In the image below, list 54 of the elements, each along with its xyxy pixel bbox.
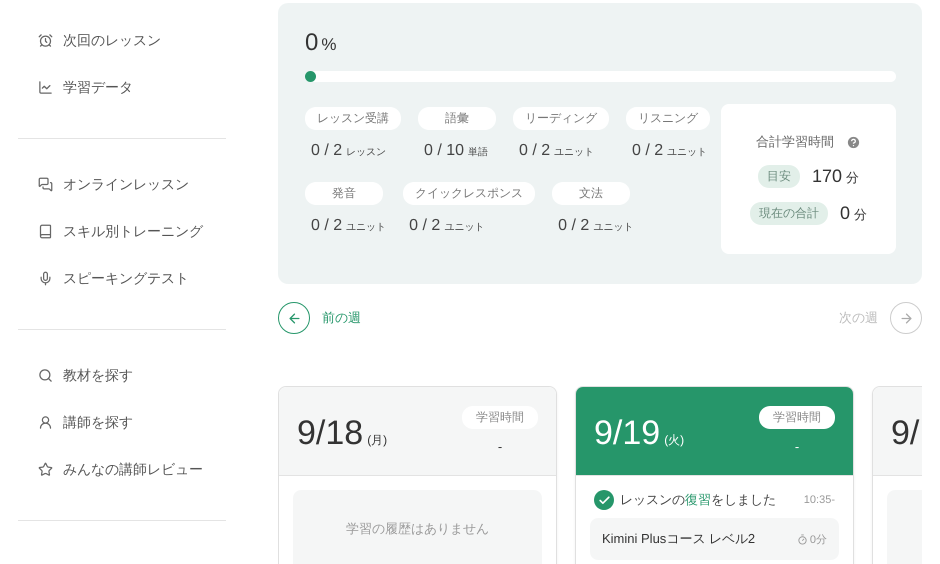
sidebar-item[interactable]: 講師を探す: [18, 399, 226, 446]
stat-label: レッスン受講: [305, 107, 401, 130]
stat-label: 語彙: [418, 107, 496, 130]
stat-label: リーディング: [513, 107, 609, 130]
time-value: 170 分: [812, 166, 860, 187]
stat-count: 0 / 10 単語: [423, 142, 488, 160]
menu-icon: [38, 368, 53, 383]
activity-time: 10:35-: [804, 494, 835, 506]
empty-message: 学習の履歴はありません: [346, 520, 489, 538]
sidebar-item[interactable]: オンラインレッスン: [18, 161, 226, 208]
total-time-title: 合計学習時間: [756, 133, 834, 151]
arrow-circle-icon: [278, 302, 310, 334]
stat-count: 0 / 2 ユニット: [557, 217, 634, 235]
study-time-value: -: [794, 439, 800, 454]
menu-icon: [38, 177, 53, 192]
time-value: 0 分: [840, 203, 867, 224]
stat-label: クイックレスポンス: [403, 182, 536, 205]
stat-count: 0 / 2 ユニット: [631, 142, 708, 160]
sidebar-item[interactable]: 次回のレッスン: [18, 17, 226, 64]
menu-icon: [38, 224, 53, 239]
time-label: 目安: [758, 165, 800, 188]
stat-count: 0 / 2 レッスン: [310, 142, 386, 160]
course-name: Kimini Plusコース レベル2: [602, 530, 756, 548]
menu-icon: [38, 80, 53, 95]
sidebar-item[interactable]: 教材を探す: [18, 352, 226, 399]
study-time-label: 学習時間: [759, 406, 835, 429]
day-date: 9/19(火): [594, 414, 684, 454]
menu-icon: [38, 462, 53, 477]
activity-detail-card[interactable]: Kimini Plusコース レベル2 0分: [590, 518, 839, 560]
stat-label: 発音: [305, 182, 383, 205]
progress-percent: 0%: [305, 29, 338, 57]
stat-label: リスニング: [626, 107, 710, 130]
study-time-label: 学習時間: [462, 406, 538, 429]
sidebar-item[interactable]: スキル別トレーニング: [18, 208, 226, 255]
sidebar-item[interactable]: スピーキングテスト: [18, 255, 226, 302]
activity-text: レッスンの復習をしました: [620, 491, 776, 509]
menu-icon: [38, 33, 53, 48]
time-label: 現在の合計: [750, 202, 828, 225]
study-time-value: -: [498, 439, 502, 454]
day-date: 9/: [891, 414, 920, 454]
stat-label: 文法: [552, 182, 630, 205]
stat-count: 0 / 2 ユニット: [310, 217, 386, 235]
arrow-circle-icon: [890, 302, 922, 334]
stat-count: 0 / 2 ユニット: [408, 217, 484, 235]
help-icon[interactable]: [846, 134, 861, 150]
menu-icon: [38, 271, 53, 286]
previous-week-button[interactable]: 前の週: [278, 302, 361, 334]
sidebar-item[interactable]: 学習データ: [18, 64, 226, 111]
menu-icon: [38, 415, 53, 430]
stat-count: 0 / 2 ユニット: [518, 142, 594, 160]
timer-icon: [796, 534, 808, 544]
sidebar-item[interactable]: みんなの講師レビュー: [18, 446, 226, 493]
day-date: 9/18(月): [297, 414, 388, 454]
duration: 0分: [796, 530, 827, 548]
